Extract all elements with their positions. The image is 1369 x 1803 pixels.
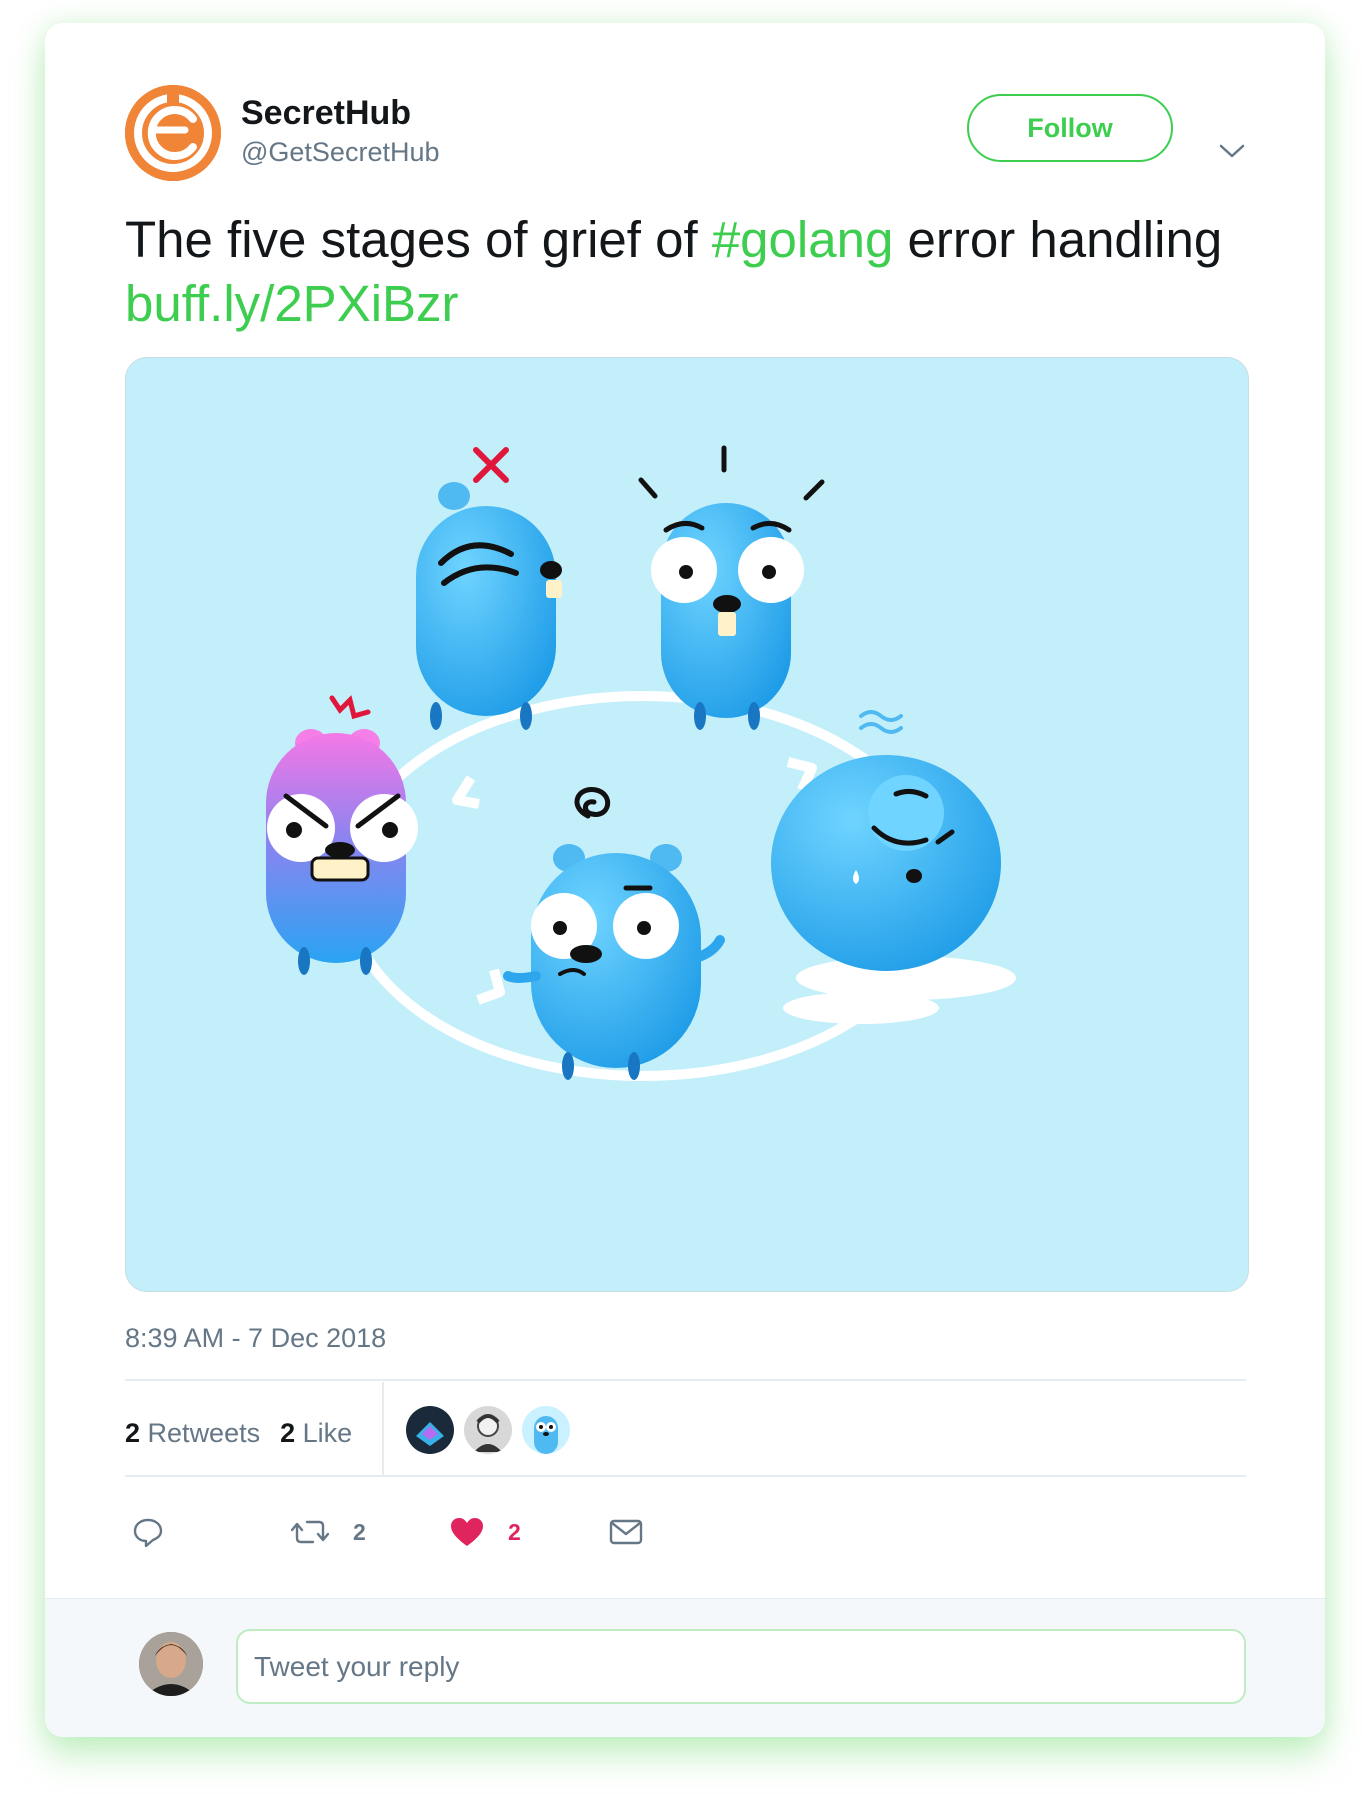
liker-avatar-1-icon: [406, 1406, 454, 1454]
gopher-bargain: [503, 787, 725, 1080]
liker-avatar[interactable]: [464, 1406, 512, 1454]
reply-input[interactable]: [236, 1629, 1246, 1704]
tweet-card: SecretHub @GetSecretHub Follow The five …: [45, 23, 1325, 1737]
secrethub-logo-icon: [125, 85, 221, 181]
url-link[interactable]: buff.ly/2PXiBzr: [125, 275, 459, 332]
likes-count: 2: [280, 1418, 296, 1448]
divider: [125, 1475, 1246, 1477]
tweet-image[interactable]: [125, 357, 1249, 1292]
user-avatar-icon: [139, 1632, 203, 1696]
tweet-text-part: error handling: [893, 211, 1223, 268]
follow-button[interactable]: Follow: [967, 94, 1173, 162]
retweet-count: 2: [353, 1518, 366, 1545]
gopher-denial: [416, 447, 562, 730]
hashtag-link[interactable]: #golang: [712, 211, 894, 268]
likes-stat[interactable]: 2 Like: [280, 1418, 352, 1448]
gopher-stages-illustration: [266, 445, 1016, 1081]
author-handle[interactable]: @GetSecretHub: [241, 137, 440, 168]
secrethub-avatar[interactable]: [125, 85, 221, 181]
reply-bar: [45, 1598, 1325, 1737]
retweets-count: 2: [125, 1418, 141, 1448]
liker-avatar-2-icon: [464, 1406, 512, 1454]
reply-action[interactable]: [132, 1510, 164, 1554]
divider: [125, 1379, 1246, 1381]
likes-label: Like: [302, 1418, 353, 1448]
like-count: 2: [508, 1518, 521, 1545]
speech-bubble-icon: [133, 1518, 163, 1548]
heart-icon: [451, 1518, 483, 1546]
envelope-icon: [609, 1519, 643, 1545]
gopher-anger: [266, 695, 418, 975]
retweet-action[interactable]: 2: [291, 1510, 366, 1554]
retweet-icon: [291, 1520, 329, 1544]
liker-avatar-3-icon: [522, 1406, 570, 1454]
liker-avatar[interactable]: [406, 1406, 454, 1454]
tweet-text-part: The five stages of grief of: [125, 211, 712, 268]
gopher-shock: [638, 445, 825, 730]
engagement-stats: 2 Retweets 2 Like: [125, 1418, 352, 1449]
message-action[interactable]: [609, 1510, 643, 1554]
like-action[interactable]: 2: [450, 1510, 521, 1554]
tweet-text: The five stages of grief of #golang erro…: [125, 208, 1265, 336]
author-name[interactable]: SecretHub: [241, 94, 411, 133]
chevron-down-icon[interactable]: [1217, 141, 1247, 161]
liker-avatar[interactable]: [522, 1406, 570, 1454]
tweet-timestamp[interactable]: 8:39 AM - 7 Dec 2018: [125, 1323, 386, 1354]
retweets-stat[interactable]: 2 Retweets: [125, 1418, 260, 1448]
gopher-depression: [771, 710, 1016, 1024]
stats-separator: [382, 1382, 384, 1477]
retweets-label: Retweets: [147, 1418, 261, 1448]
user-avatar[interactable]: [139, 1632, 203, 1696]
